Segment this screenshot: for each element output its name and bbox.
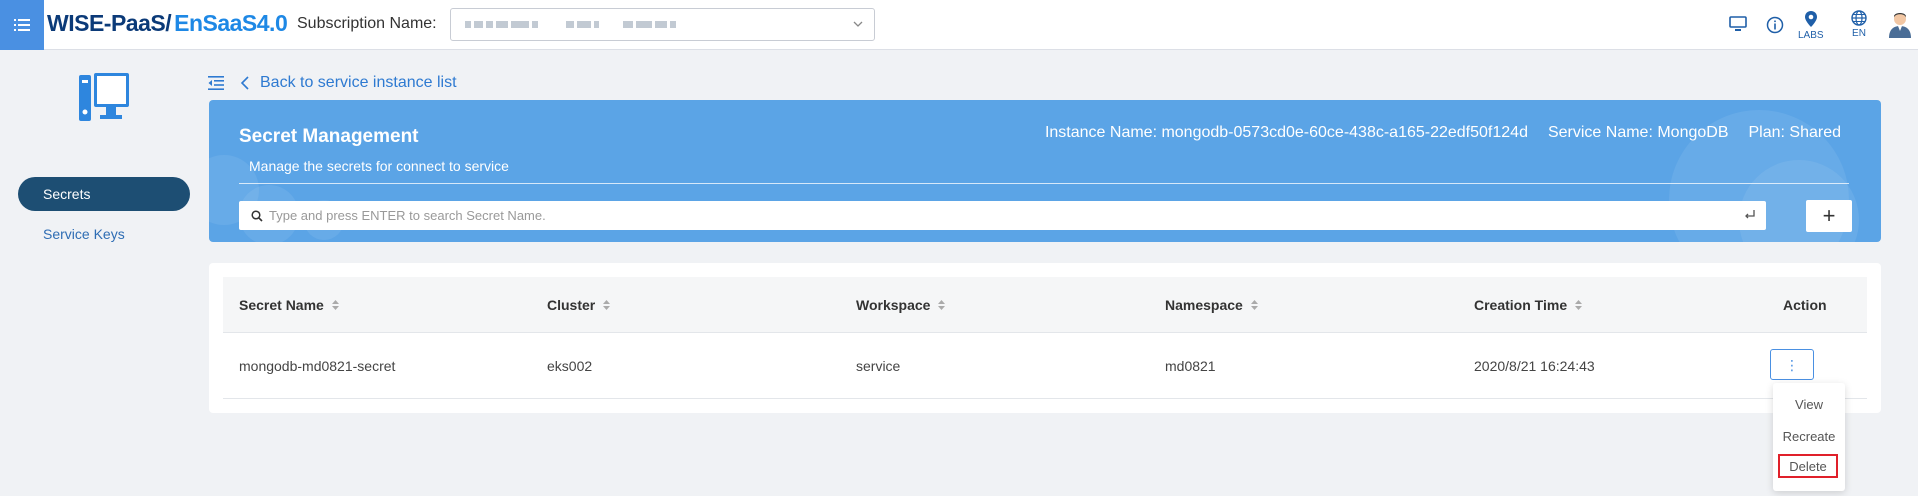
globe-icon xyxy=(1851,10,1867,26)
column-header-workspace[interactable]: Workspace xyxy=(856,297,946,313)
cell-namespace: md0821 xyxy=(1165,358,1216,374)
labs-location-button[interactable]: LABS xyxy=(1798,10,1824,41)
column-label: Namespace xyxy=(1165,297,1243,313)
labs-label: LABS xyxy=(1798,30,1824,41)
cell-workspace: service xyxy=(856,358,901,374)
secret-management-banner: Secret Management Manage the secrets for… xyxy=(209,100,1881,242)
column-label: Cluster xyxy=(547,297,596,313)
menu-item-delete[interactable]: Delete xyxy=(1778,454,1838,478)
column-header-secret-name[interactable]: Secret Name xyxy=(239,297,339,313)
back-link-label: Back to service instance list xyxy=(260,74,457,91)
collapse-sidebar-icon[interactable] xyxy=(208,76,224,90)
divider xyxy=(239,183,1849,184)
service-computer-icon xyxy=(79,73,129,121)
avatar-icon xyxy=(1889,13,1911,38)
column-label: Workspace xyxy=(856,297,931,313)
add-secret-button[interactable]: + xyxy=(1806,200,1852,232)
service-name: Service Name: MongoDB xyxy=(1547,124,1729,141)
sidebar-item-secrets[interactable]: Secrets xyxy=(18,177,190,211)
column-label: Secret Name xyxy=(239,297,324,313)
instance-info: Instance Name: mongodb-0573cd0e-60ce-438… xyxy=(1045,124,1841,142)
lang-label: EN xyxy=(1852,28,1866,39)
search-placeholder: Type and press ENTER to search Secret Na… xyxy=(269,208,546,223)
chevron-left-icon xyxy=(240,76,249,90)
search-icon xyxy=(251,209,263,222)
sort-icon xyxy=(603,300,611,310)
menu-item-recreate[interactable]: Recreate xyxy=(1773,424,1845,448)
monitor-icon[interactable] xyxy=(1729,16,1747,32)
plan: Plan: Shared xyxy=(1748,124,1841,141)
top-bar: WISE-PaaS/ EnSaaS4.0 Subscription Name: … xyxy=(0,0,1918,50)
info-icon[interactable] xyxy=(1766,16,1784,34)
column-header-cluster[interactable]: Cluster xyxy=(547,297,611,313)
language-button[interactable]: EN xyxy=(1851,10,1867,39)
action-dropdown-menu: View Recreate Delete xyxy=(1773,383,1845,491)
column-header-namespace[interactable]: Namespace xyxy=(1165,297,1258,313)
page-title: Secret Management xyxy=(239,126,419,147)
enter-key-icon xyxy=(1745,210,1755,219)
column-header-creation-time[interactable]: Creation Time xyxy=(1474,297,1583,313)
location-pin-icon xyxy=(1804,11,1817,27)
row-action-menu-button[interactable]: ⋮ xyxy=(1770,349,1814,380)
column-label: Action xyxy=(1783,297,1827,313)
user-avatar[interactable] xyxy=(1888,11,1912,39)
secrets-table: Secret Name Cluster Workspace Namespace … xyxy=(209,263,1881,413)
list-icon xyxy=(14,19,30,31)
subscription-label: Subscription Name: xyxy=(297,15,437,32)
sort-icon xyxy=(938,300,946,310)
cell-secret-name: mongodb-md0821-secret xyxy=(239,358,396,374)
table-row: mongodb-md0821-secret eks002 service md0… xyxy=(223,333,1867,399)
breadcrumb: Back to service instance list xyxy=(208,72,457,94)
cell-cluster: eks002 xyxy=(547,358,593,374)
logo-part2: EnSaaS4.0 xyxy=(174,10,288,36)
hamburger-menu-button[interactable] xyxy=(0,0,44,50)
sort-icon xyxy=(1250,300,1258,310)
secret-search-input[interactable]: Type and press ENTER to search Secret Na… xyxy=(239,201,1766,230)
blurred-subscription-value xyxy=(465,21,676,28)
page-description: Manage the secrets for connect to servic… xyxy=(249,158,509,174)
table-header: Secret Name Cluster Workspace Namespace … xyxy=(223,277,1867,333)
logo: WISE-PaaS/ EnSaaS4.0 xyxy=(47,10,288,40)
cell-creation-time: 2020/8/21 16:24:43 xyxy=(1474,358,1595,374)
column-header-action: Action xyxy=(1783,297,1827,313)
instance-name: Instance Name: mongodb-0573cd0e-60ce-438… xyxy=(1044,124,1528,141)
logo-part1: WISE-PaaS/ xyxy=(47,10,172,36)
back-link[interactable]: Back to service instance list xyxy=(240,74,457,92)
sort-icon xyxy=(331,300,339,310)
sidebar: Secrets Service Keys xyxy=(0,50,209,496)
menu-item-view[interactable]: View xyxy=(1773,392,1845,416)
subscription-select[interactable] xyxy=(450,8,875,41)
sort-icon xyxy=(1575,300,1583,310)
sidebar-item-service-keys[interactable]: Service Keys xyxy=(18,217,190,251)
chevron-down-icon xyxy=(853,21,863,27)
column-label: Creation Time xyxy=(1474,297,1568,313)
